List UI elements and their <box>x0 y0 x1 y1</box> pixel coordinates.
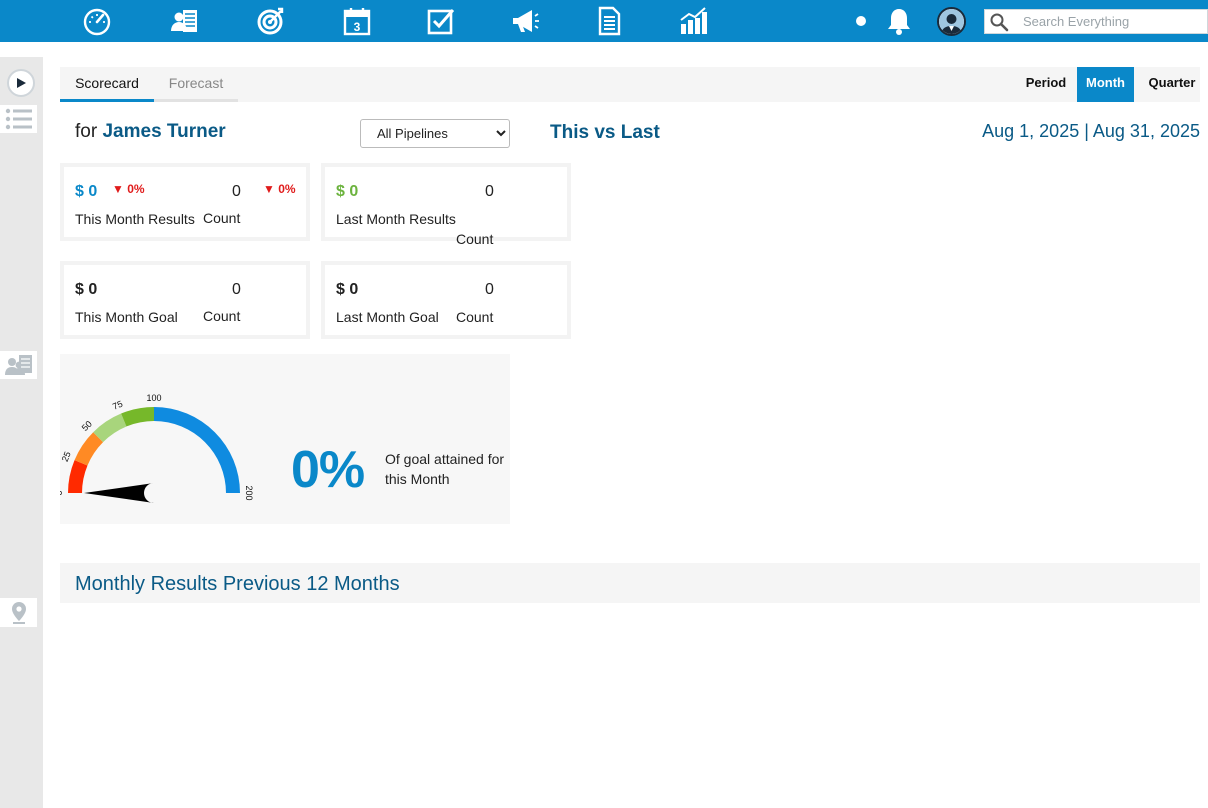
gauge-tick-label: 50 <box>80 419 94 433</box>
down-arrow-icon: ▼ <box>263 182 275 196</box>
this-month-goal-label: This Month Goal <box>75 309 178 325</box>
gauge-tick-label: 100 <box>146 393 161 403</box>
tab-scorecard[interactable]: Scorecard <box>60 67 154 102</box>
this-month-goal-count: 0 <box>232 281 241 298</box>
goal-gauge: 0 25 50 75 100 200 <box>60 393 254 503</box>
period-button[interactable]: Period <box>1016 67 1076 102</box>
date-range: Aug 1, 2025 | Aug 31, 2025 <box>982 121 1200 141</box>
last-month-goal-card: $ 0 0 Last Month Goal Count <box>321 261 571 339</box>
count-label: Count <box>456 231 494 247</box>
documents-icon[interactable] <box>592 5 626 37</box>
tab-forecast[interactable]: Forecast <box>154 67 238 102</box>
month-button[interactable]: Month <box>1077 67 1134 102</box>
gauge-tick-label: 75 <box>111 399 124 412</box>
amount-change-badge: ▼ 0% <box>112 182 145 196</box>
calendar-icon[interactable]: 3 <box>340 5 374 37</box>
for-prefix: for <box>75 121 98 142</box>
count-label: Count <box>456 309 494 325</box>
gauge-band <box>154 407 240 493</box>
status-dot-icon <box>856 16 866 26</box>
tasks-icon[interactable] <box>424 5 458 37</box>
goal-caption: Of goal attained for this Month <box>385 451 505 487</box>
last-month-goal-amount: $ 0 <box>336 281 359 298</box>
last-month-goal-label: Last Month Goal <box>336 309 439 325</box>
count-label: Count <box>203 308 241 324</box>
last-month-results-card: $ 0 0 Last Month Results Count <box>321 163 571 247</box>
user-name: James Turner <box>102 121 226 142</box>
last-month-results-label: Last Month Results <box>336 211 456 227</box>
pipeline-select[interactable]: All Pipelines <box>360 119 510 148</box>
gauge-band <box>68 460 88 493</box>
this-month-goal-amount: $ 0 <box>75 281 98 298</box>
search-input[interactable] <box>1023 12 1203 31</box>
gauge-band <box>121 407 154 427</box>
this-month-results-card: $ 0 ▼ 0% 0 ▼ 0% This Month Results Count <box>60 163 310 241</box>
this-month-goal-card: $ 0 0 This Month Goal Count <box>60 261 310 339</box>
monthly-results-section: Monthly Results Previous 12 Months <box>60 563 1200 603</box>
comparison-title: This vs Last <box>550 122 660 143</box>
team-icon[interactable] <box>0 351 37 379</box>
gauge-tick-label: 200 <box>244 485 254 500</box>
search-box[interactable] <box>984 9 1208 34</box>
goal-percent: 0% <box>291 441 365 499</box>
this-month-results-count: 0 <box>232 183 241 200</box>
user-heading: for James Turner <box>75 121 226 143</box>
last-month-results-count: 0 <box>485 183 494 200</box>
quarter-button[interactable]: Quarter <box>1140 67 1204 102</box>
list-view-icon[interactable] <box>0 105 37 133</box>
calendar-day: 3 <box>354 20 361 34</box>
reports-icon[interactable] <box>676 5 710 37</box>
count-label: Count <box>203 210 241 226</box>
this-month-results-label: This Month Results <box>75 211 195 227</box>
location-pin-icon[interactable] <box>0 598 37 627</box>
top-navigation-bar: 3 <box>0 0 1208 42</box>
this-month-results-amount: $ 0 <box>75 183 98 200</box>
gauge-tick-label: 25 <box>60 450 73 463</box>
last-month-goal-count: 0 <box>485 281 494 298</box>
left-rail <box>0 57 43 808</box>
count-change-badge: ▼ 0% <box>263 182 296 196</box>
campaigns-icon[interactable] <box>508 5 542 37</box>
last-month-results-amount: $ 0 <box>336 183 359 200</box>
dashboard-icon[interactable] <box>80 5 114 37</box>
goals-icon[interactable] <box>254 5 288 37</box>
tabs-bar: Scorecard Forecast Period Month Quarter <box>60 67 1200 102</box>
avatar[interactable] <box>937 7 966 36</box>
goal-gauge-panel: 0 25 50 75 100 200 0% Of goal attained for th… <box>60 354 510 524</box>
notifications-bell-icon[interactable] <box>884 6 914 36</box>
down-arrow-icon: ▼ <box>112 182 124 196</box>
gauge-tick-label: 0 <box>60 490 64 495</box>
gauge-needle <box>84 483 154 503</box>
expand-play-icon[interactable] <box>7 69 35 97</box>
monthly-results-title: Monthly Results Previous 12 Months <box>75 573 400 595</box>
search-icon <box>990 13 1009 32</box>
contacts-icon[interactable] <box>168 5 202 37</box>
